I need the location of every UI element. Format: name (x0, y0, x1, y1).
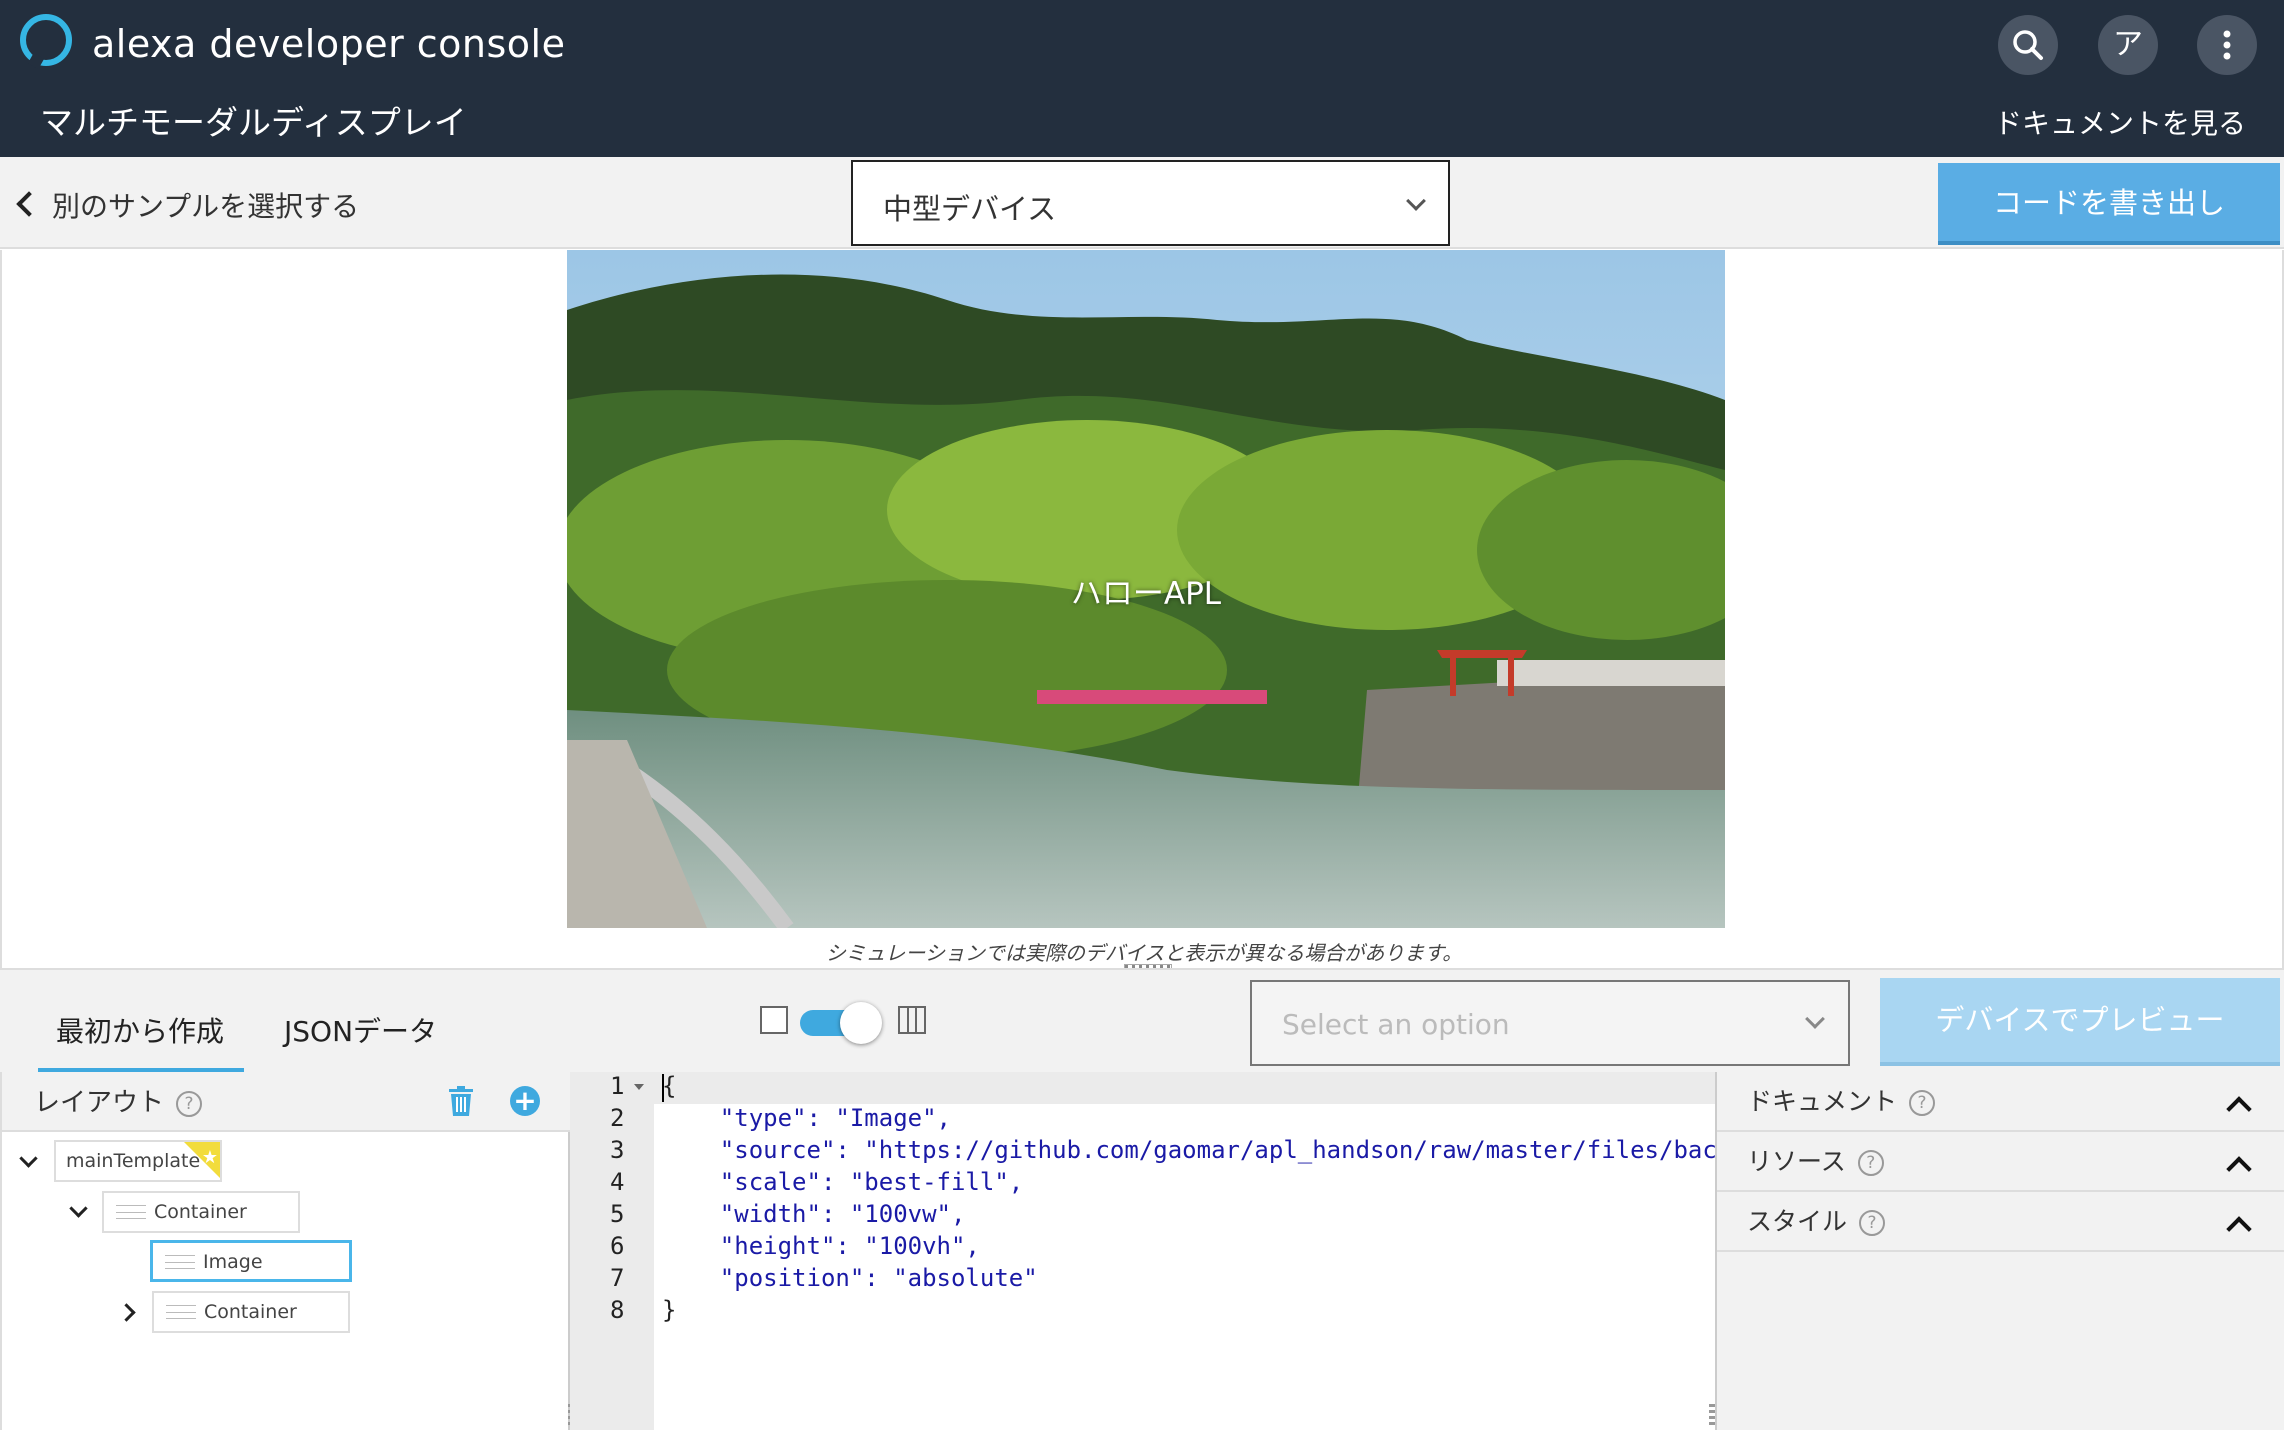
help-icon[interactable]: ? (1859, 1210, 1886, 1236)
option-placeholder: Select an option (1282, 1008, 1510, 1041)
back-link[interactable]: 別のサンプルを選択する (16, 185, 360, 225)
tree-node-label: Image (203, 1251, 263, 1273)
layout-title-text: レイアウト (34, 1088, 165, 1118)
chevron-up-icon[interactable] (2226, 1216, 2252, 1242)
line-number: 7 (610, 1264, 625, 1292)
line-number: 8 (610, 1296, 625, 1324)
code-line: "source": "https://github.com/gaomar/apl… (662, 1136, 1715, 1164)
layout-panel-header: レイアウト? + (2, 1072, 570, 1132)
search-icon (2013, 30, 2043, 60)
code-line: "position": "absolute" (662, 1264, 1038, 1292)
help-icon[interactable]: ? (176, 1090, 203, 1117)
drag-lines-icon (116, 1205, 146, 1219)
device-select[interactable]: 中型デバイス (851, 160, 1450, 246)
accordion-label-text: リソース (1747, 1147, 1846, 1176)
accordion-documents[interactable]: ドキュメント? (1717, 1072, 2284, 1132)
split-pane-icon[interactable] (898, 1006, 926, 1034)
editor-controls: 最初から作成 JSONデータ Select an option デバイスでプレビ… (0, 968, 2284, 1073)
accordion-label: リソース? (1747, 1142, 1884, 1178)
tree-node-label: Container (154, 1201, 247, 1223)
chevron-left-icon (16, 191, 42, 217)
code-line: "scale": "best-fill", (662, 1168, 1024, 1196)
chevron-down-icon[interactable] (19, 1149, 38, 1168)
more-vertical-icon (2223, 30, 2231, 60)
search-button[interactable] (1998, 15, 2058, 75)
help-icon[interactable]: ? (1909, 1090, 1936, 1116)
tree-node-child-container[interactable]: Container (152, 1291, 350, 1333)
code-line: "height": "100vh", (662, 1232, 980, 1260)
help-icon[interactable]: ? (1857, 1150, 1884, 1176)
tree-node-main-template[interactable]: mainTemplate ★ (54, 1140, 222, 1182)
line-number: 3 (610, 1136, 625, 1164)
line-number: 6 (610, 1232, 625, 1260)
layout-panel: レイアウト? + mainTemplate ★ Container Image … (0, 1072, 574, 1430)
code-line: { (662, 1072, 677, 1100)
line-number: 2 (610, 1104, 625, 1132)
data-option-select[interactable]: Select an option (1250, 980, 1850, 1066)
tree-node-image[interactable]: Image (150, 1240, 352, 1282)
tree-node-label: Container (204, 1301, 297, 1323)
more-menu-button[interactable] (2197, 15, 2257, 75)
tab-json-data[interactable]: JSONデータ (284, 1010, 437, 1050)
line-number: 4 (610, 1168, 625, 1196)
back-label: 別のサンプルを選択する (52, 190, 360, 223)
alexa-logo-icon (20, 14, 72, 66)
accordion-label-text: スタイル (1747, 1207, 1848, 1236)
chevron-right-icon[interactable] (117, 1303, 136, 1322)
right-panel: ドキュメント? リソース? スタイル? (1715, 1072, 2284, 1430)
fold-arrow-icon[interactable] (634, 1084, 644, 1090)
toolbar: 別のサンプルを選択する 中型デバイス コードを書き出し (0, 157, 2284, 249)
device-screen: ハローAPL (567, 250, 1725, 928)
drag-lines-icon (166, 1305, 196, 1319)
single-pane-icon[interactable] (760, 1006, 788, 1034)
accordion-label: スタイル? (1747, 1202, 1886, 1238)
chevron-up-icon[interactable] (2226, 1156, 2252, 1182)
app-title: alexa developer console (92, 22, 566, 66)
code-line: "width": "100vw", (662, 1200, 966, 1228)
device-select-value: 中型デバイス (883, 192, 1057, 226)
top-header: alexa developer console マルチモーダルディスプレイ ア … (0, 0, 2284, 157)
chevron-up-icon[interactable] (2226, 1096, 2252, 1122)
line-number: 1 (610, 1072, 625, 1100)
page-title: マルチモーダルディスプレイ (40, 103, 467, 142)
preview-on-device-button[interactable]: デバイスでプレビュー (1880, 978, 2280, 1066)
accordion-label: ドキュメント? (1747, 1082, 1936, 1118)
code-editor[interactable]: 1 2 3 4 5 6 7 8 { "type": "Image", "sour… (570, 1072, 1715, 1430)
line-number: 5 (610, 1200, 625, 1228)
simulation-note: シミュレーションでは実際のデバイスと表示が異なる場合があります。 (825, 941, 1463, 965)
export-code-button[interactable]: コードを書き出し (1938, 163, 2280, 245)
drag-lines-icon (165, 1255, 195, 1269)
preview-overlay-text: ハローAPL (1070, 576, 1222, 612)
chevron-down-icon (1805, 1009, 1825, 1029)
accordion-styles[interactable]: スタイル? (1717, 1192, 2284, 1252)
tree-node-label: mainTemplate (66, 1150, 201, 1172)
code-line: } (662, 1296, 677, 1324)
active-line-highlight (570, 1072, 1715, 1104)
chevron-down-icon (1406, 191, 1426, 211)
toggle-knob[interactable] (840, 1002, 882, 1044)
tab-build-from-scratch[interactable]: 最初から作成 (56, 1010, 224, 1050)
layout-title: レイアウト? (34, 1082, 203, 1119)
trash-icon[interactable] (448, 1086, 474, 1116)
code-line: "type": "Image", (662, 1104, 951, 1132)
star-icon: ★ (201, 1147, 218, 1168)
user-avatar[interactable]: ア (2098, 15, 2158, 75)
add-component-icon[interactable]: + (510, 1086, 540, 1116)
chevron-down-icon[interactable] (69, 1199, 88, 1218)
accordion-label-text: ドキュメント (1747, 1087, 1898, 1116)
device-preview-area: ハローAPL シミュレーションでは実際のデバイスと表示が異なる場合があります。 (0, 250, 2284, 972)
tree-node-container[interactable]: Container (102, 1191, 300, 1233)
accordion-resources[interactable]: リソース? (1717, 1132, 2284, 1192)
docs-link[interactable]: ドキュメントを見る (1994, 102, 2246, 142)
